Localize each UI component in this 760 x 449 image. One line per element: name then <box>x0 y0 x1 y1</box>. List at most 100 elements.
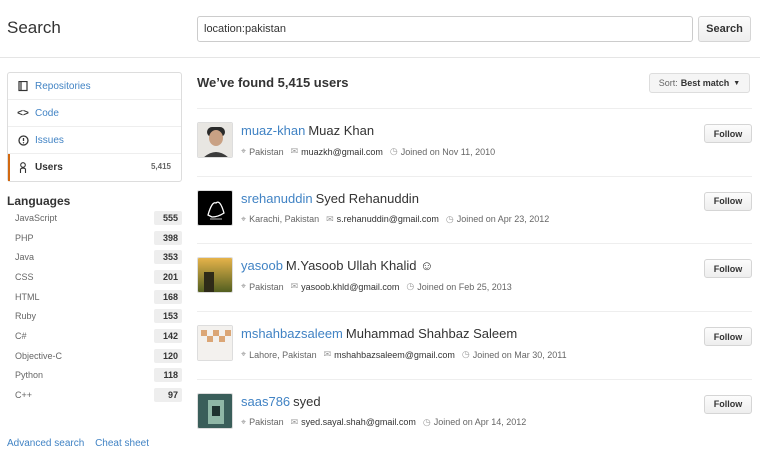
users-count-badge: 5,415 <box>150 162 171 171</box>
results-count-heading: We’ve found 5,415 users <box>197 75 349 90</box>
cheat-sheet-link[interactable]: Cheat sheet <box>95 438 149 449</box>
clock-icon: ◷ <box>445 213 454 224</box>
user-meta: ⌖ Pakistan ✉ yasoob.khld@gmail.com ◷ Joined… <box>241 281 519 292</box>
follow-button[interactable]: Follow <box>704 327 752 347</box>
person-icon <box>17 161 29 174</box>
avatar[interactable] <box>197 257 233 294</box>
mail-icon: ✉ <box>290 146 299 156</box>
languages-filter-list: JavaScript 555 PHP 398 Java 353 CSS 201 HTML… <box>7 208 182 405</box>
mail-icon: ✉ <box>326 213 334 224</box>
search-header: Search Search <box>0 0 760 58</box>
clock-icon: ◷ <box>461 349 470 360</box>
avatar[interactable] <box>197 325 233 362</box>
user-email-link[interactable]: syed.sayal.shah@gmail.com <box>301 417 416 427</box>
user-meta: ⌖ Pakistan ✉ muazkh@gmail.com ◷ Joined on N… <box>241 146 502 157</box>
language-name: C++ <box>15 390 33 401</box>
language-filter-item[interactable]: Ruby 153 <box>7 306 182 326</box>
language-filter-item[interactable]: HTML 168 <box>7 287 182 307</box>
language-filter-item[interactable]: PHP 398 <box>7 228 182 248</box>
user-email-link[interactable]: mshahbazsaleem@gmail.com <box>334 350 455 360</box>
avatar[interactable] <box>197 122 233 158</box>
user-login-link[interactable]: yasoob <box>241 258 283 273</box>
search-button[interactable]: Search <box>698 16 751 42</box>
mail-icon: ✉ <box>323 349 332 360</box>
user-joined: Joined on Nov 11, 2010 <box>400 146 496 157</box>
language-filter-item[interactable]: C++ 97 <box>7 385 182 405</box>
user-full-name: Syed Rehanuddin <box>315 190 419 206</box>
language-filter-item[interactable]: Java 353 <box>7 247 182 267</box>
user-login-link[interactable]: saas786 <box>241 394 290 409</box>
advanced-search-link[interactable]: Advanced search <box>7 438 84 449</box>
language-count: 120 <box>154 348 182 363</box>
nav-item-repositories[interactable]: Repositories <box>8 73 181 100</box>
user-email-link[interactable]: yasoob.khld@gmail.com <box>301 282 399 292</box>
follow-button[interactable]: Follow <box>704 124 752 143</box>
nav-item-issues[interactable]: Issues <box>8 127 181 154</box>
language-name: HTML <box>15 291 40 302</box>
language-name: Java <box>15 252 35 263</box>
user-meta: ⌖ Pakistan ✉ syed.sayal.shah@gmail.com ◷ Jo… <box>241 417 533 428</box>
code-icon: <> <box>17 107 29 119</box>
footer-links: Advanced search Cheat sheet <box>7 438 157 449</box>
user-location: Pakistan <box>249 146 284 157</box>
language-filter-item[interactable]: Python 118 <box>7 366 182 386</box>
nav-item-label: Users <box>35 162 63 173</box>
avatar[interactable] <box>197 189 233 226</box>
user-full-name: Muaz Khan <box>308 123 375 138</box>
user-meta: ⌖ Karachi, Pakistan ✉ s.rehanuddin@gmail.c… <box>241 214 556 225</box>
language-filter-item[interactable]: CSS 201 <box>7 267 182 287</box>
nav-item-users[interactable]: Users 5,415 <box>8 154 181 181</box>
search-type-nav: Repositories <> Code Issues Users 5,415 <box>7 72 182 182</box>
user-login-link[interactable]: mshahbazsaleem <box>241 326 343 341</box>
user-result: srehanuddin Syed Rehanuddin ⌖ Karachi, Pak… <box>197 175 752 244</box>
language-filter-item[interactable]: JavaScript 555 <box>7 208 182 228</box>
languages-heading: Languages <box>7 194 71 208</box>
user-name-line: srehanuddin Syed Rehanuddin <box>241 191 419 206</box>
language-count: 118 <box>154 368 182 383</box>
sort-label: Sort: <box>658 78 678 88</box>
language-count: 153 <box>154 309 182 324</box>
user-name-line: yasoob M.Yasoob Ullah Khalid ☺ <box>241 258 433 273</box>
language-name: Objective-C <box>15 350 63 361</box>
mail-icon: ✉ <box>290 281 299 292</box>
location-icon: ⌖ <box>241 349 247 360</box>
user-results-list: muaz-khan Muaz Khan ⌖ Pakistan ✉ muazkh@gma… <box>197 108 752 446</box>
user-joined: Joined on Apr 14, 2012 <box>433 417 527 428</box>
language-name: Python <box>15 370 44 381</box>
language-filter-item[interactable]: C# 142 <box>7 326 182 346</box>
language-name: JavaScript <box>15 212 58 223</box>
user-joined: Joined on Feb 25, 2013 <box>417 281 512 292</box>
nav-item-code[interactable]: <> Code <box>8 100 181 127</box>
follow-button[interactable]: Follow <box>704 191 752 211</box>
language-count: 353 <box>154 250 182 265</box>
clock-icon: ◷ <box>406 281 415 292</box>
nav-item-label: Repositories <box>35 80 91 92</box>
user-email-link[interactable]: muazkh@gmail.com <box>301 147 383 157</box>
location-icon: ⌖ <box>241 416 247 427</box>
issue-icon <box>17 134 29 146</box>
nav-item-label: Issues <box>35 134 64 146</box>
user-email-link[interactable]: s.rehanuddin@gmail.com <box>337 214 439 224</box>
search-input[interactable] <box>197 16 693 42</box>
avatar[interactable] <box>197 392 233 429</box>
user-joined: Joined on Mar 30, 2011 <box>472 349 567 360</box>
follow-button[interactable]: Follow <box>704 394 752 414</box>
location-icon: ⌖ <box>241 281 247 292</box>
user-name-line: saas786 syed <box>241 394 321 409</box>
location-icon: ⌖ <box>241 213 247 224</box>
user-result: muaz-khan Muaz Khan ⌖ Pakistan ✉ muazkh@gma… <box>197 108 752 176</box>
clock-icon: ◷ <box>422 416 431 427</box>
user-login-link[interactable]: muaz-khan <box>241 123 305 138</box>
user-login-link[interactable]: srehanuddin <box>241 191 313 206</box>
repo-icon <box>17 80 29 92</box>
language-filter-item[interactable]: Objective-C 120 <box>7 346 182 366</box>
language-count: 201 <box>154 269 182 284</box>
language-count: 398 <box>154 230 182 245</box>
user-result: mshahbazsaleem Muhammad Shahbaz Saleem ⌖ L… <box>197 311 752 379</box>
follow-button[interactable]: Follow <box>704 259 752 279</box>
user-location: Karachi, Pakistan <box>249 214 320 225</box>
user-location: Pakistan <box>249 417 284 428</box>
user-full-name: Muhammad Shahbaz Saleem <box>345 326 518 342</box>
sort-dropdown[interactable]: Sort: Best match ▼ <box>649 73 750 93</box>
language-name: Ruby <box>15 311 37 322</box>
